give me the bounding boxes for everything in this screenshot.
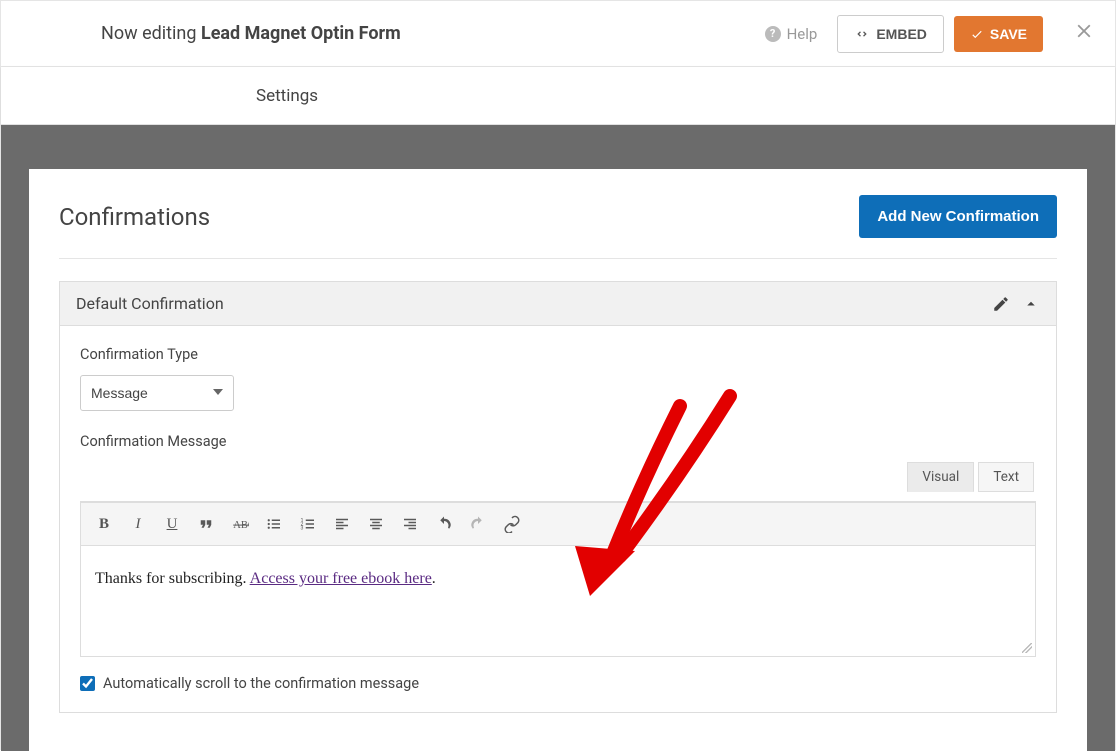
svg-text:ABC: ABC: [233, 520, 249, 531]
auto-scroll-label: Automatically scroll to the confirmation…: [103, 675, 419, 692]
confirmation-type-select-wrap: Message: [80, 375, 234, 411]
resize-handle[interactable]: [1019, 640, 1033, 654]
redo-button[interactable]: [463, 509, 493, 539]
embed-button[interactable]: EMBED: [837, 15, 944, 53]
close-icon: [1073, 20, 1095, 42]
svg-text:3: 3: [301, 525, 304, 531]
confirmation-message-label: Confirmation Message: [80, 433, 1036, 450]
accordion-header[interactable]: Default Confirmation: [60, 282, 1056, 326]
tab-settings[interactable]: Settings: [256, 86, 318, 106]
help-link[interactable]: ? Help: [765, 25, 818, 43]
confirmation-accordion: Default Confirmation Confirmation Type M…: [59, 281, 1057, 713]
italic-button[interactable]: I: [123, 509, 153, 539]
align-right-button[interactable]: [395, 509, 425, 539]
close-button[interactable]: [1073, 19, 1095, 49]
editor: B I U ABC 123: [80, 501, 1036, 657]
align-center-button[interactable]: [361, 509, 391, 539]
confirmation-name: Default Confirmation: [76, 294, 980, 313]
confirmation-type-select[interactable]: Message: [80, 375, 234, 411]
panel-header: Confirmations Add New Confirmation: [59, 195, 1057, 259]
help-label: Help: [787, 25, 818, 43]
undo-button[interactable]: [429, 509, 459, 539]
confirmation-type-label: Confirmation Type: [80, 346, 1036, 363]
help-icon: ?: [765, 26, 781, 42]
top-bar: Now editing Lead Magnet Optin Form ? Hel…: [1, 1, 1115, 67]
editor-tab-text[interactable]: Text: [978, 462, 1034, 492]
tab-row: Settings: [1, 67, 1115, 125]
code-icon: [854, 26, 870, 42]
editor-tab-visual[interactable]: Visual: [907, 462, 974, 492]
embed-label: EMBED: [876, 26, 927, 42]
auto-scroll-row[interactable]: Automatically scroll to the confirmation…: [80, 675, 1036, 692]
edit-icon[interactable]: [992, 295, 1010, 313]
align-left-button[interactable]: [327, 509, 357, 539]
editing-prefix: Now editing: [101, 23, 201, 44]
blockquote-button[interactable]: [191, 509, 221, 539]
save-label: SAVE: [990, 26, 1027, 42]
auto-scroll-checkbox[interactable]: [80, 676, 95, 691]
panel-title: Confirmations: [59, 203, 210, 231]
underline-button[interactable]: U: [157, 509, 187, 539]
editing-title: Now editing Lead Magnet Optin Form: [101, 23, 765, 44]
bullet-list-button[interactable]: [259, 509, 289, 539]
link-button[interactable]: [497, 509, 527, 539]
editor-tabs: Visual Text: [80, 462, 1036, 492]
editor-content[interactable]: Thanks for subscribing. Access your free…: [81, 546, 1035, 656]
save-button[interactable]: SAVE: [954, 16, 1043, 52]
add-confirmation-button[interactable]: Add New Confirmation: [859, 195, 1057, 238]
accordion-body: Confirmation Type Message Confirmation M…: [60, 326, 1056, 712]
check-icon: [970, 27, 984, 41]
strikethrough-button[interactable]: ABC: [225, 509, 255, 539]
message-text-prefix: Thanks for subscribing.: [95, 570, 250, 587]
settings-panel: Confirmations Add New Confirmation Defau…: [29, 169, 1087, 751]
editor-toolbar: B I U ABC 123: [81, 502, 1035, 546]
form-name: Lead Magnet Optin Form: [201, 23, 401, 44]
message-text-suffix: .: [432, 570, 436, 587]
message-link[interactable]: Access your free ebook here: [250, 570, 432, 587]
content-backdrop: Confirmations Add New Confirmation Defau…: [1, 125, 1115, 751]
numbered-list-button[interactable]: 123: [293, 509, 323, 539]
bold-button[interactable]: B: [89, 509, 119, 539]
chevron-up-icon[interactable]: [1022, 295, 1040, 313]
